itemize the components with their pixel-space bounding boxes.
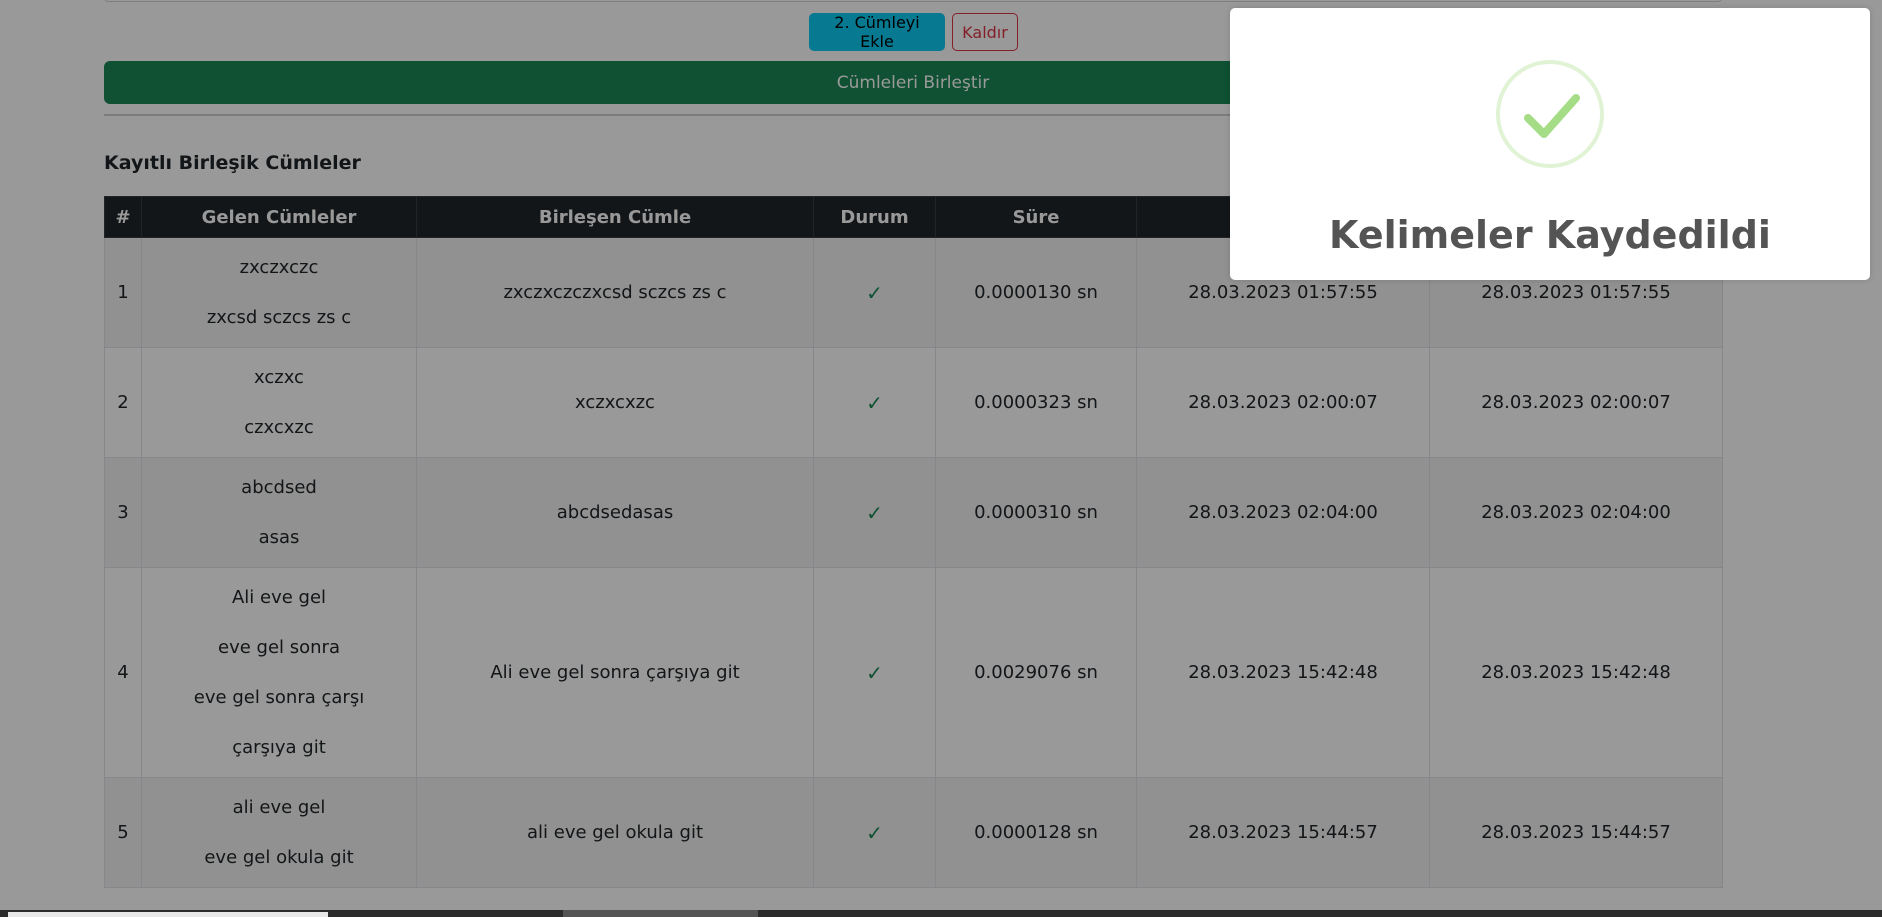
taskbar-segment [563,910,758,917]
taskbar-edge [0,910,1882,917]
success-check-icon [1494,58,1606,170]
success-dialog: Kelimeler Kaydedildi [1230,8,1870,280]
dialog-title: Kelimeler Kaydedildi [1329,213,1771,257]
taskbar-segment [8,912,328,917]
page: 2. Cümleyi Ekle Kaldır Cümleleri Birleşt… [0,0,1882,917]
